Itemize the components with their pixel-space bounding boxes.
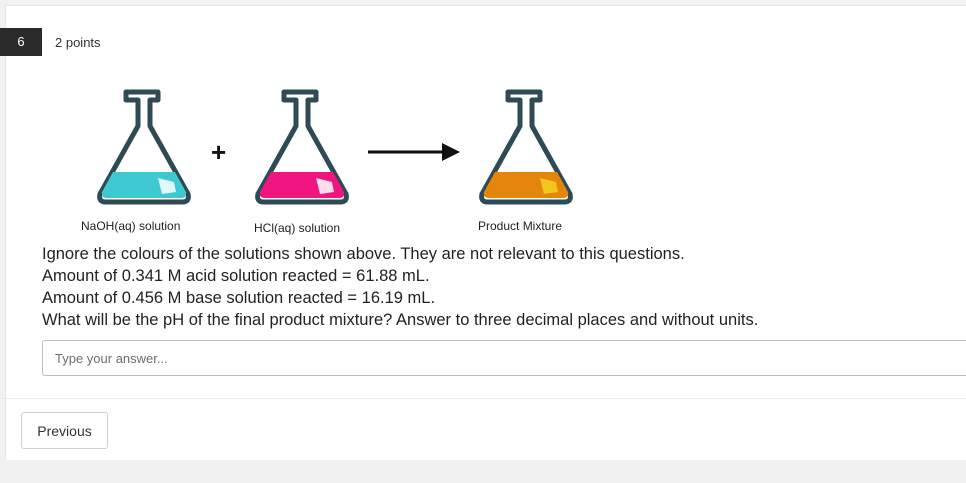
question-line: Ignore the colours of the solutions show… [42,245,685,263]
question-line: Amount of 0.341 M acid solution reacted … [42,267,430,285]
naoh-label: NaOH(aq) solution [81,219,181,233]
product-label: Product Mixture [478,219,563,233]
answer-input[interactable] [42,340,966,376]
previous-button[interactable]: Previous [21,412,108,449]
question-text: Ignore the colours of the solutions show… [42,243,942,331]
hcl-label: HCl(aq) solution [254,221,341,235]
plus-symbol: + [211,137,227,167]
divider [0,398,966,399]
reaction-arrow-icon [368,143,460,161]
question-number: 6 [0,28,42,56]
naoh-flask-icon [97,89,191,205]
reaction-figure: + NaOH(aq) solution HCl(aq) solution Pro… [0,80,966,240]
question-points: 2 points [55,35,101,50]
question-line: Amount of 0.456 M base solution reacted … [42,289,436,307]
hcl-flask-icon [255,89,349,205]
question-line: What will be the pH of the final product… [42,311,759,329]
product-flask-icon [479,89,573,205]
